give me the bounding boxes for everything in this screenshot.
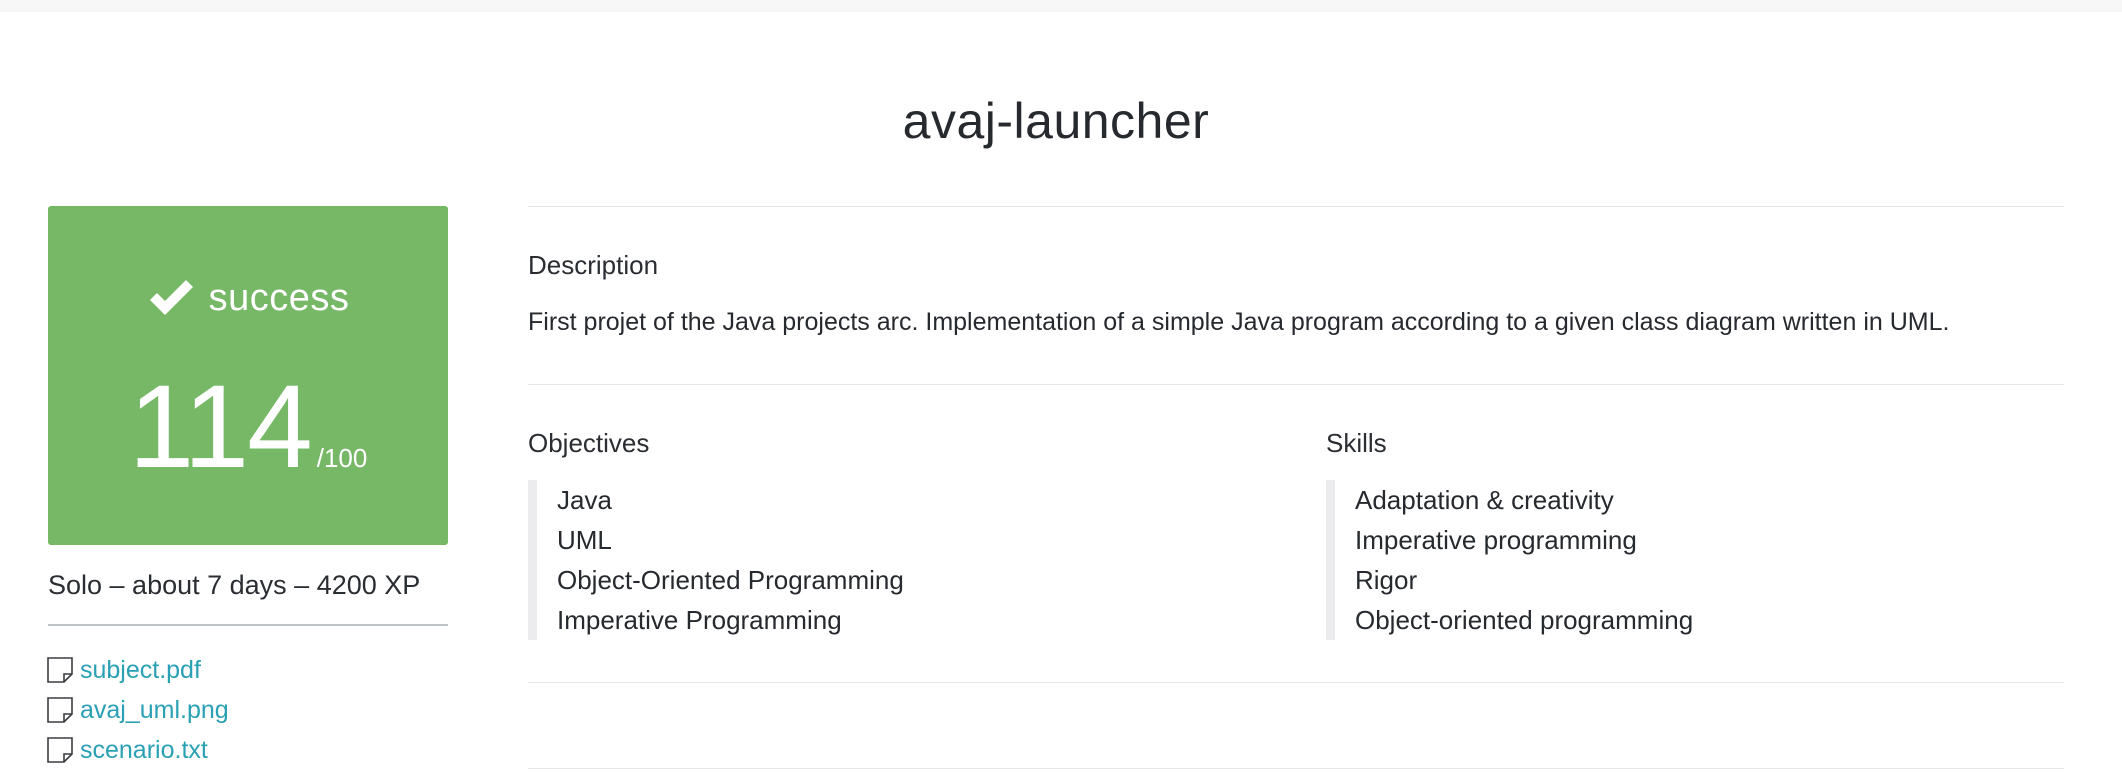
top-bar (0, 0, 2122, 12)
attachment-link[interactable]: subject.pdf (80, 656, 201, 685)
status-label: success (208, 276, 350, 319)
page-title: avaj-launcher (902, 93, 1210, 149)
status-row: success (48, 276, 448, 320)
attachments-list: subject.pdf avaj_uml.png scenario.txt (46, 650, 229, 770)
divider (528, 384, 2064, 385)
skills-heading: Skills (1326, 428, 1387, 458)
file-icon (46, 696, 74, 724)
objectives-heading: Objectives (528, 428, 650, 458)
score-row: 114 /100 (48, 368, 448, 486)
attachment-item[interactable]: scenario.txt (46, 730, 229, 770)
list-item: Adaptation & creativity (1355, 485, 1614, 515)
list-item: Imperative Programming (557, 605, 842, 635)
divider (528, 206, 2064, 207)
skills-list: Adaptation & creativity Imperative progr… (1326, 480, 1693, 640)
list-item: Imperative programming (1355, 525, 1637, 555)
attachment-item[interactable]: subject.pdf (46, 650, 229, 690)
divider (528, 682, 2064, 683)
description-heading: Description (528, 250, 659, 280)
list-item: Object-oriented programming (1355, 605, 1694, 635)
attachment-link[interactable]: scenario.txt (80, 736, 208, 765)
list-item: Object-Oriented Programming (557, 565, 904, 595)
description-text: First projet of the Java projects arc. I… (528, 308, 1950, 336)
attachment-item[interactable]: avaj_uml.png (46, 690, 229, 730)
score-max: /100 (316, 443, 368, 473)
attachment-link[interactable]: avaj_uml.png (80, 696, 229, 725)
list-item: Java (557, 485, 612, 515)
list-item: Rigor (1355, 565, 1418, 595)
file-icon (46, 736, 74, 764)
score-value: 114 (128, 361, 313, 493)
check-icon (147, 276, 195, 320)
file-icon (46, 656, 74, 684)
objectives-list: Java UML Object-Oriented Programming Imp… (528, 480, 904, 640)
score-card: success 114 /100 (48, 206, 448, 545)
project-meta: Solo – about 7 days – 4200 XP (48, 570, 421, 600)
divider (48, 624, 448, 626)
list-item: UML (557, 525, 612, 555)
divider (528, 768, 2064, 769)
